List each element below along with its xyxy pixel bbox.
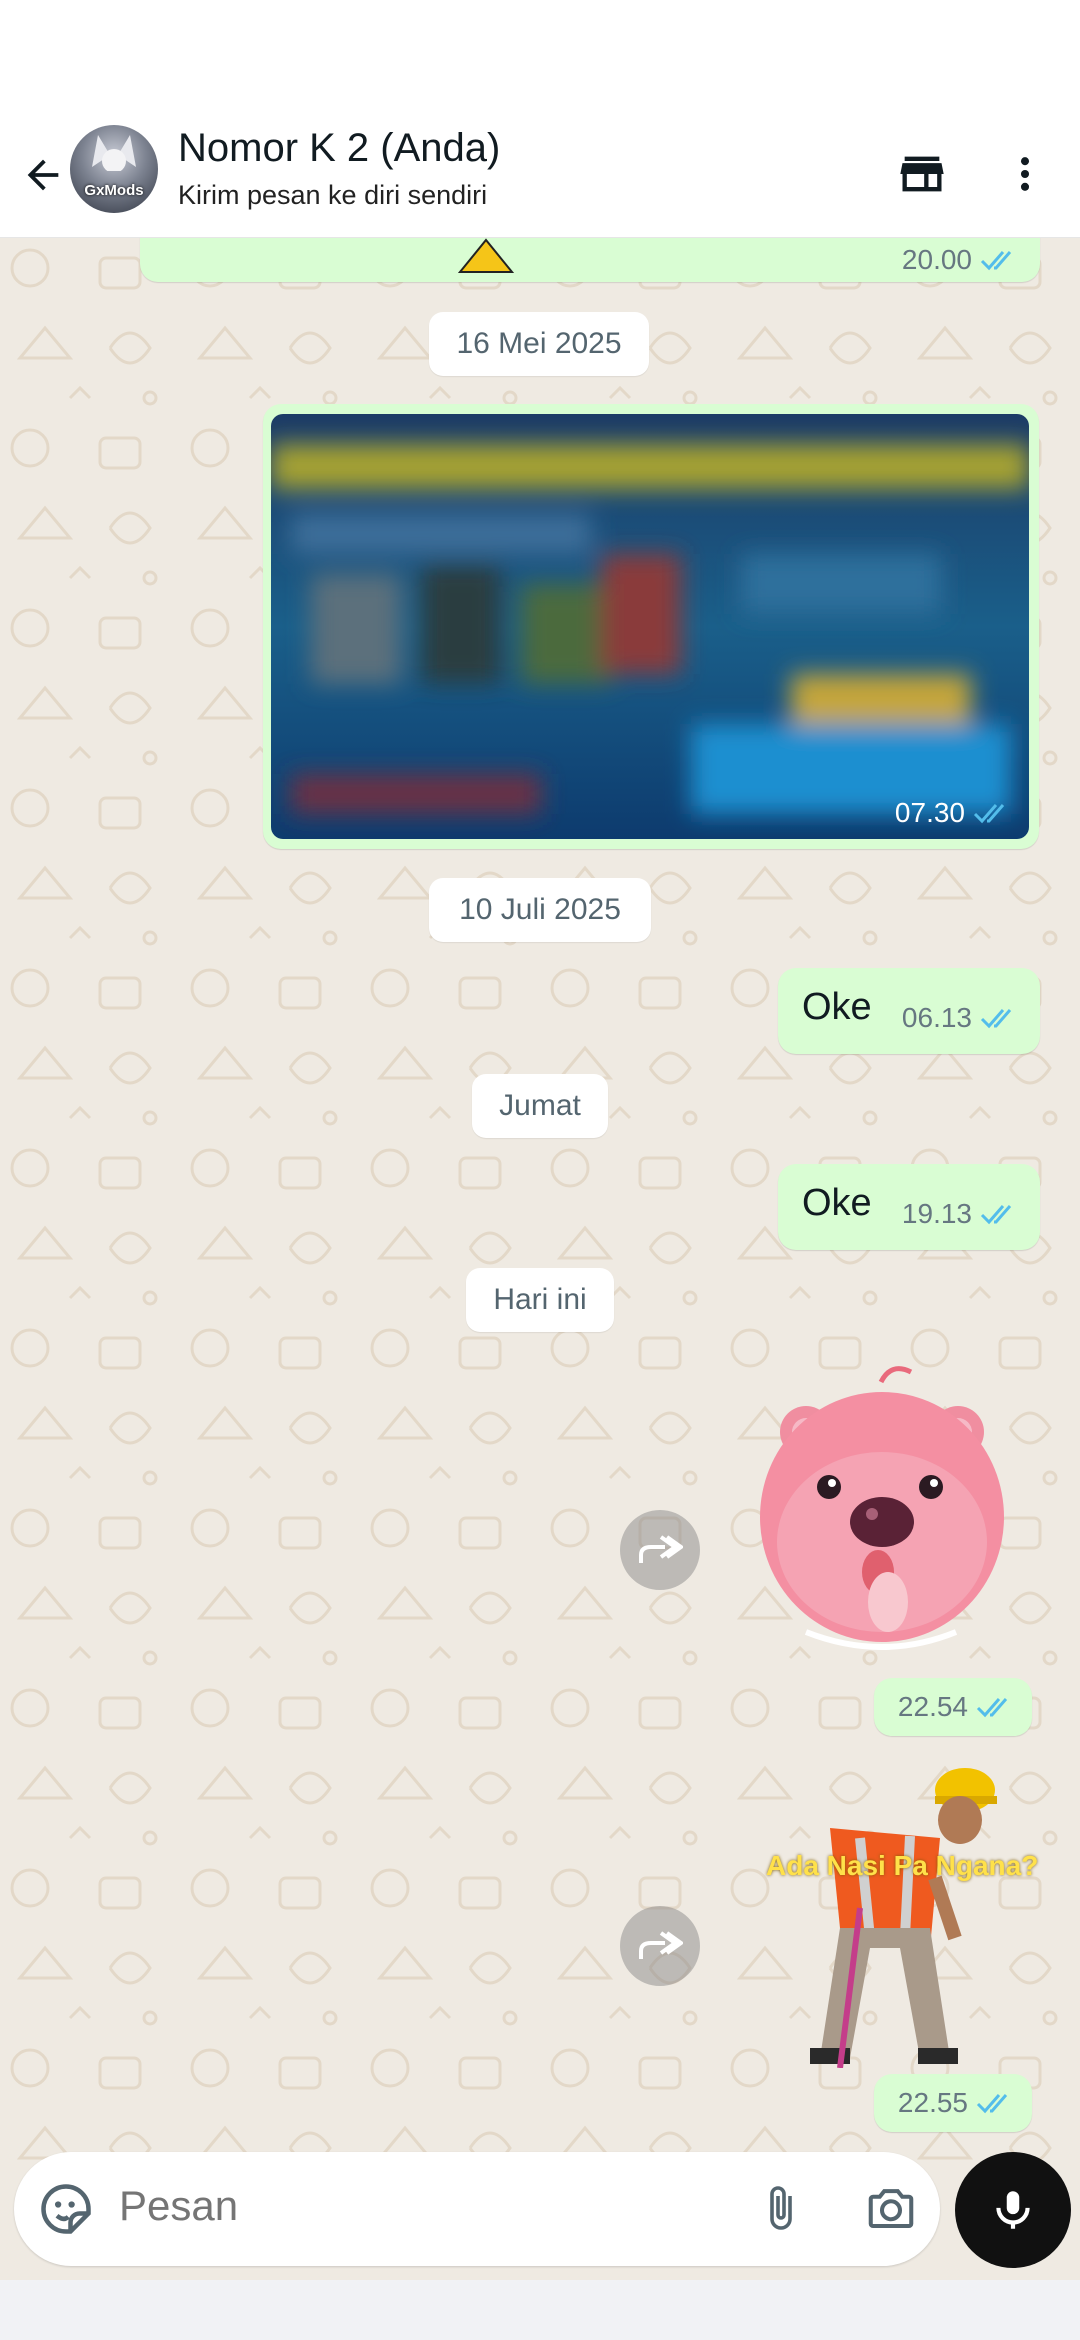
mic-icon <box>996 2191 1030 2229</box>
message-input-container <box>14 2152 940 2266</box>
message-bubble-partial[interactable]: 20.00 <box>140 238 1040 282</box>
forward-icon <box>639 1931 683 1959</box>
message-text: Oke <box>802 986 872 1028</box>
message-meta: 22.54 <box>898 1691 1016 1723</box>
status-bar <box>0 0 1080 120</box>
message-time: 06.13 <box>901 1002 972 1033</box>
date-separator: 16 Mei 2025 <box>429 312 649 376</box>
forward-button[interactable] <box>620 1510 700 1590</box>
message-composer <box>0 2152 1080 2280</box>
sticker-time-bubble: 22.55 <box>874 2074 1032 2132</box>
warning-icon <box>458 238 514 273</box>
double-check-icon <box>980 251 1012 271</box>
message-meta: 22.55 <box>898 2087 1016 2119</box>
back-button[interactable] <box>14 146 72 204</box>
camera-button[interactable] <box>859 2176 923 2240</box>
message-bubble[interactable]: Oke 06.13 <box>778 968 1040 1054</box>
store-icon <box>900 156 944 192</box>
camera-icon <box>868 2189 914 2229</box>
double-check-icon <box>976 2094 1008 2114</box>
message-time: 19.13 <box>901 1198 972 1229</box>
message-meta: 20.00 <box>902 244 1020 276</box>
paperclip-icon <box>770 2186 792 2230</box>
message-list[interactable]: 20.00 16 Mei 2025 07.30 10 Juli 2025 Oke… <box>0 238 1080 2185</box>
message-meta: 19.13 <box>902 1198 1020 1230</box>
more-options-button[interactable] <box>995 142 1055 206</box>
message-time: 22.55 <box>897 2087 968 2118</box>
double-check-icon <box>976 1698 1008 1718</box>
system-navigation-bar <box>0 2280 1080 2340</box>
contact-subtitle[interactable]: Kirim pesan ke diri sendiri <box>178 180 487 211</box>
chat-header: GxMods Nomor K 2 (Anda) Kirim pesan ke d… <box>0 120 1080 238</box>
image-time: 07.30 <box>894 797 965 828</box>
forward-icon <box>639 1535 683 1563</box>
attach-button[interactable] <box>749 2176 813 2240</box>
message-time: 22.54 <box>897 1691 968 1722</box>
worker-figure <box>810 1768 997 2069</box>
store-button[interactable] <box>890 142 954 206</box>
blurred-photo <box>271 414 1029 839</box>
double-check-icon <box>973 804 1005 824</box>
sticker-time-bubble: 22.54 <box>874 1678 1032 1736</box>
avatar-label: GxMods <box>84 182 144 199</box>
voice-message-button[interactable] <box>955 2152 1071 2268</box>
sticker-button[interactable] <box>36 2179 96 2239</box>
contact-name[interactable]: Nomor K 2 (Anda) <box>178 126 500 171</box>
date-separator: Jumat <box>472 1074 608 1138</box>
message-bubble[interactable]: Oke 19.13 <box>778 1164 1040 1250</box>
avatar[interactable]: GxMods <box>70 125 158 213</box>
double-check-icon <box>980 1205 1012 1225</box>
sticker-pink-beaver[interactable] <box>746 1362 1016 1672</box>
sticker-worker[interactable]: Ada Nasi Pa Ngana? <box>760 1758 1038 2069</box>
more-vertical-icon <box>1020 157 1030 191</box>
image-message[interactable]: 07.30 <box>271 414 1029 839</box>
message-text: Oke <box>802 1182 872 1224</box>
image-meta: 07.30 <box>895 797 1013 829</box>
forward-button[interactable] <box>620 1906 700 1986</box>
date-separator: Hari ini <box>466 1268 614 1332</box>
message-input[interactable] <box>119 2182 499 2230</box>
message-meta: 06.13 <box>902 1002 1020 1034</box>
double-check-icon <box>980 1009 1012 1029</box>
message-time: 20.00 <box>901 244 972 275</box>
date-separator: 10 Juli 2025 <box>429 878 651 942</box>
sticker-icon <box>41 2184 91 2234</box>
arrow-left-icon <box>27 159 59 191</box>
sticker-caption: Ada Nasi Pa Ngana? <box>766 1850 1039 1881</box>
